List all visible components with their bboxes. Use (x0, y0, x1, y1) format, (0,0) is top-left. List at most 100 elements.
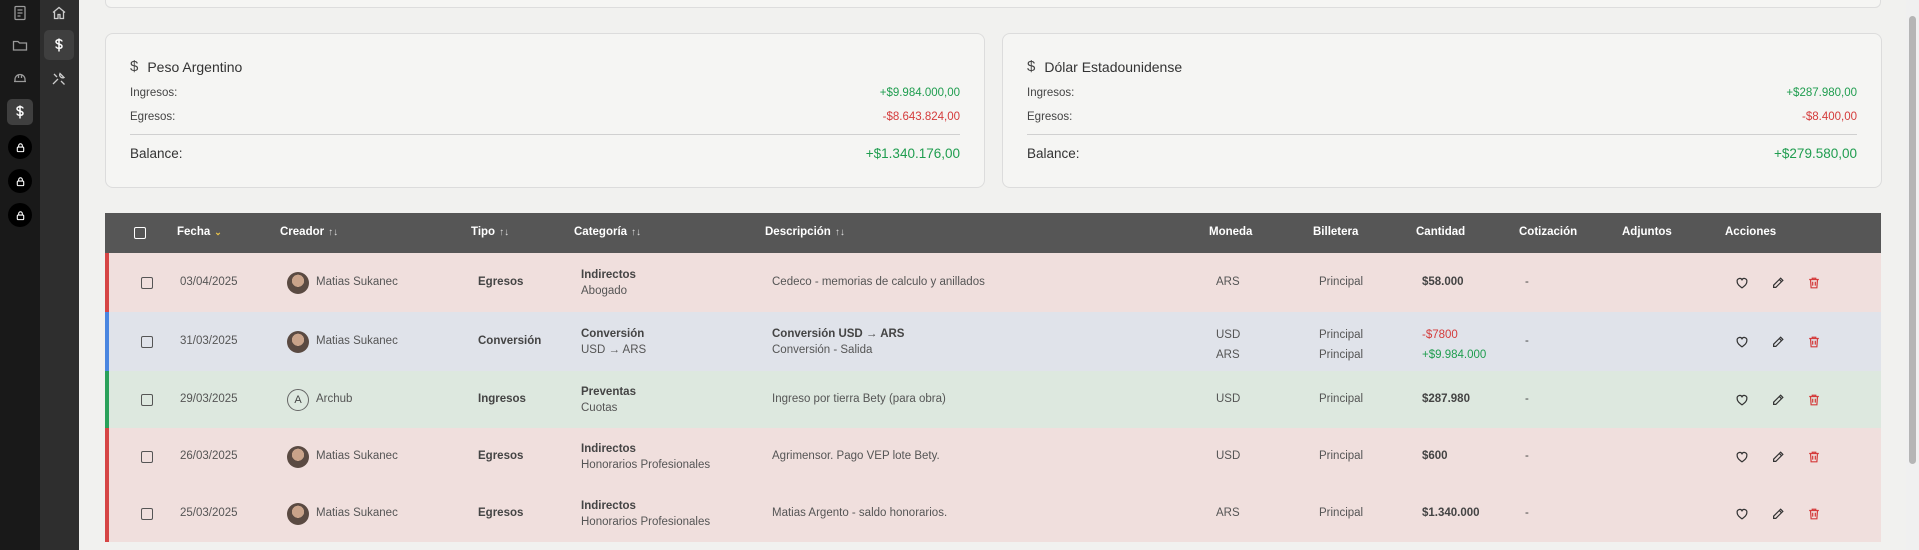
lock-icon[interactable] (8, 135, 32, 159)
cell-descripcion: Matias Argento - saldo honorarios. (772, 506, 948, 519)
heart-icon[interactable] (1735, 393, 1749, 410)
lock-icon[interactable] (8, 203, 32, 227)
trash-icon[interactable] (1807, 450, 1821, 467)
row-checkbox[interactable] (141, 276, 153, 289)
edit-icon[interactable] (1771, 507, 1785, 524)
row-checkbox[interactable] (141, 335, 153, 348)
cell-creador: Matias Sukanec (316, 334, 398, 347)
cell-categoria: Indirectos Honorarios Profesionales (581, 498, 710, 530)
summary-card-top (105, 0, 1881, 8)
secondary-sidebar (40, 0, 79, 550)
edit-icon[interactable] (1771, 276, 1785, 293)
table-row[interactable]: 26/03/2025 Matias Sukanec Egresos Indirecto… (105, 428, 1881, 485)
trash-icon[interactable] (1807, 393, 1821, 410)
header-fecha[interactable]: Fecha ⌄ (177, 226, 222, 238)
avatar (287, 330, 309, 353)
card-title-text: Peso Argentino (147, 58, 243, 75)
cell-cantidad: $58.000 (1422, 275, 1464, 288)
edit-icon[interactable] (1771, 335, 1785, 352)
categoria-main: Indirectos (581, 499, 636, 512)
cell-tipo: Egresos (478, 275, 524, 288)
edit-icon[interactable] (1771, 393, 1785, 410)
cell-fecha: 31/03/2025 (180, 334, 238, 347)
categoria-sub: USD → ARS (581, 343, 647, 356)
cell-creador: Matias Sukanec (316, 449, 398, 462)
primary-sidebar (0, 0, 40, 550)
heart-icon[interactable] (1735, 450, 1749, 467)
movements-table: Fecha ⌄ Creador ↑↓ Tipo ↑↓ Categoría ↑↓ … (105, 213, 1881, 550)
ingresos-value: +$287.980,00 (1786, 87, 1857, 99)
avatar: A (287, 388, 309, 411)
cell-cantidad: $287.980 (1422, 392, 1470, 405)
cell-billetera: Principal (1319, 392, 1364, 405)
dollar-icon[interactable] (7, 99, 33, 125)
scrollbar-thumb[interactable] (1909, 16, 1916, 464)
row-actions (1735, 393, 1821, 410)
categoria-main: Indirectos (581, 442, 636, 455)
dollar-icon[interactable] (44, 30, 74, 60)
cell-categoria: Preventas Cuotas (581, 384, 636, 416)
heart-icon[interactable] (1735, 276, 1749, 293)
billetera-value: Principal (1319, 328, 1364, 341)
tools-icon[interactable] (46, 66, 72, 92)
row-actions (1735, 335, 1821, 352)
categoria-sub: Cuotas (581, 401, 618, 414)
divider (1027, 134, 1857, 135)
vertical-scrollbar[interactable] (1906, 0, 1919, 550)
cell-creador: Matias Sukanec (316, 275, 398, 288)
trash-icon[interactable] (1807, 276, 1821, 293)
receipt-icon[interactable] (7, 0, 33, 26)
select-all-checkbox[interactable] (134, 227, 146, 239)
cell-moneda: USD ARS (1216, 325, 1240, 365)
balance-value: +$279.580,00 (1774, 146, 1857, 161)
header-descripcion[interactable]: Descripción ↑↓ (765, 226, 845, 238)
egresos-value: -$8.400,00 (1802, 111, 1857, 123)
trash-icon[interactable] (1807, 335, 1821, 352)
header-creador[interactable]: Creador ↑↓ (280, 226, 338, 238)
header-label: Acciones (1725, 226, 1777, 238)
table-row[interactable]: 25/03/2025 Matias Sukanec Egresos Indirecto… (105, 485, 1881, 542)
header-acciones: Acciones (1725, 226, 1776, 238)
helmet-icon[interactable] (7, 65, 33, 91)
folder-icon[interactable] (7, 32, 33, 58)
card-title-text: Dólar Estadounidense (1044, 58, 1183, 75)
cell-tipo: Conversión (478, 334, 542, 347)
balance-label: Balance: (130, 146, 183, 161)
table-row[interactable]: 31/03/2025 Matias Sukanec Conversión Conver… (105, 312, 1881, 371)
cell-tipo: Ingresos (478, 392, 526, 405)
header-label: Billetera (1313, 226, 1359, 238)
egresos-row: Egresos: -$8.400,00 (1027, 111, 1857, 123)
trash-icon[interactable] (1807, 507, 1821, 524)
cell-billetera: Principal (1319, 275, 1364, 288)
header-tipo[interactable]: Tipo ↑↓ (471, 226, 509, 238)
lock-icon[interactable] (8, 169, 32, 193)
heart-icon[interactable] (1735, 335, 1749, 352)
edit-icon[interactable] (1771, 450, 1785, 467)
cell-tipo: Egresos (478, 506, 524, 519)
sort-desc-icon: ⌄ (214, 226, 222, 237)
table-row[interactable]: 29/03/2025 A Archub Ingresos Preventas Cuotas… (105, 371, 1881, 428)
sort-icon: ↑↓ (328, 226, 339, 238)
cell-tipo: Egresos (478, 449, 524, 462)
cell-moneda: USD (1216, 392, 1241, 405)
balance-value: +$1.340.176,00 (865, 146, 960, 161)
row-checkbox[interactable] (141, 507, 153, 520)
header-moneda: Moneda (1209, 226, 1252, 238)
heart-icon[interactable] (1735, 507, 1749, 524)
row-checkbox[interactable] (141, 393, 153, 406)
header-label: Moneda (1209, 226, 1253, 238)
balance-row: Balance: +$1.340.176,00 (130, 146, 960, 161)
header-label: Fecha (177, 226, 211, 238)
header-label: Categoría (574, 226, 628, 238)
row-checkbox[interactable] (141, 450, 153, 463)
categoria-main: Conversión (581, 327, 645, 340)
cell-fecha: 25/03/2025 (180, 506, 238, 519)
cell-descripcion: Agrimensor. Pago VEP lote Bety. (772, 449, 940, 462)
header-categoria[interactable]: Categoría ↑↓ (574, 226, 641, 238)
home-icon[interactable] (46, 0, 72, 26)
categoria-sub: Honorarios Profesionales (581, 515, 711, 528)
moneda-value: USD (1216, 328, 1241, 341)
cell-categoria: Indirectos Honorarios Profesionales (581, 441, 710, 473)
cell-cantidad: $1.340.000 (1422, 506, 1480, 519)
table-row[interactable]: 03/04/2025 Matias Sukanec Egresos Indirecto… (105, 253, 1881, 312)
